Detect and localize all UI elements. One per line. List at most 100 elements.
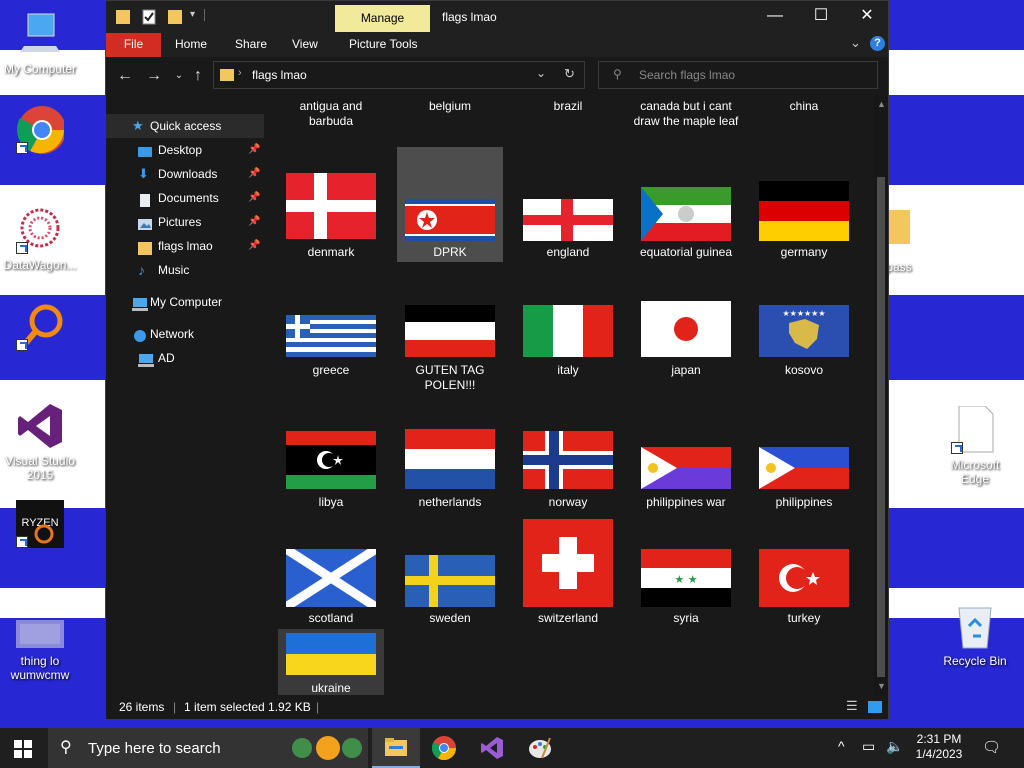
nav-item-flags-lmao[interactable]: flags lmao 📌 (106, 234, 264, 258)
file-item-syria[interactable]: ★ ★ syria (633, 519, 739, 629)
clock[interactable]: 2:31 PM 1/4/2023 (913, 732, 965, 762)
desktop-icon-magnifier-app[interactable] (0, 303, 80, 355)
desktop-icon-datawagon[interactable]: DataWagon... (0, 206, 80, 272)
minimize-button[interactable]: — (752, 1, 798, 31)
back-arrow-icon[interactable]: ← (114, 65, 136, 87)
nav-item-documents[interactable]: Documents 📌 (106, 186, 264, 210)
nav-item-pictures[interactable]: Pictures 📌 (106, 210, 264, 234)
file-item-guten-tag-polen[interactable]: GUTEN TAG POLEN!!! (397, 295, 503, 392)
notification-icon[interactable]: 🗨 (982, 738, 1001, 756)
file-item-denmark[interactable]: denmark (278, 147, 384, 262)
desktop-icon-label: Recycle Bin (943, 654, 1007, 668)
scroll-up-icon[interactable]: ▲ (877, 99, 886, 109)
forward-arrow-icon[interactable]: → (143, 65, 165, 87)
chrome-icon (432, 736, 456, 760)
nav-item-downloads[interactable]: ⬇ Downloads 📌 (106, 162, 264, 186)
nav-quick-access[interactable]: ★ Quick access (106, 114, 264, 138)
desktop-icon-label: My Computer (3, 62, 77, 76)
search-icon: ⚲ (613, 67, 622, 81)
file-item-ukraine[interactable]: ukraine (278, 629, 384, 695)
vertical-scrollbar[interactable]: ▲ ▼ (874, 95, 888, 695)
pictures-icon (138, 215, 152, 230)
file-item-netherlands[interactable]: netherlands (397, 423, 503, 513)
tab-file[interactable]: File (106, 33, 161, 57)
volume-icon[interactable]: 🔈 (886, 738, 903, 755)
nav-item-label: Desktop (158, 143, 203, 157)
tab-home[interactable]: Home (164, 33, 218, 57)
file-item-philippines-war[interactable]: philippines war (633, 423, 739, 513)
details-view-icon[interactable]: ☰ (846, 699, 858, 713)
taskbar-visual-studio[interactable] (468, 728, 516, 768)
greece-flag-thumbnail (286, 315, 376, 357)
folder-icon[interactable] (116, 9, 130, 25)
navigation-pane: ★ Quick access Desktop 📌 ⬇ Downloads 📌 D… (106, 95, 264, 695)
file-item-sweden[interactable]: sweden (397, 519, 503, 629)
file-item-libya[interactable]: libya (278, 423, 384, 513)
chevron-down-icon[interactable]: ⌄ (850, 35, 861, 51)
search-placeholder: Search flags lmao (639, 68, 736, 82)
nav-item-music[interactable]: ♪ Music (106, 258, 264, 282)
file-item-japan[interactable]: japan (633, 295, 739, 391)
file-item-turkey[interactable]: turkey (751, 519, 857, 629)
chevron-down-icon[interactable]: ⌄ (536, 66, 546, 80)
desktop-icon-recycle-bin[interactable]: Recycle Bin (935, 602, 1015, 668)
selection-info: 1 item selected 1.92 KB (184, 700, 311, 714)
file-item-italy[interactable]: italy (515, 295, 621, 391)
chevron-down-icon[interactable]: ▾ (190, 9, 195, 25)
windows-start-icon[interactable] (14, 740, 32, 761)
maximize-button[interactable]: ☐ (798, 1, 844, 31)
nav-my-computer[interactable]: My Computer (106, 290, 264, 314)
taskbar-file-explorer[interactable] (372, 728, 420, 768)
file-name: belgium (428, 99, 472, 113)
nav-network-ad[interactable]: AD (106, 346, 264, 370)
search-highlight-icon (288, 734, 366, 765)
tab-picture-tools[interactable]: Picture Tools (338, 33, 428, 57)
tab-share[interactable]: Share (224, 33, 278, 57)
file-item-germany[interactable]: germany (751, 147, 857, 262)
taskbar-search-box[interactable]: ⚲ Type here to search (48, 728, 368, 768)
file-item-greece[interactable]: greece (278, 295, 384, 391)
file-item-equatorial-guinea[interactable]: equatorial guinea (633, 147, 739, 262)
close-button[interactable]: ✕ (844, 1, 890, 31)
file-name: switzerland (537, 611, 599, 625)
address-bar[interactable]: › flags lmao ⌄ ↻ (213, 61, 585, 89)
ribbon-tabs: File Home Share View Picture Tools ⌄ ? (106, 33, 888, 57)
nav-item-desktop[interactable]: Desktop 📌 (106, 138, 264, 162)
large-icons-view-icon[interactable] (868, 701, 882, 713)
file-item-norway[interactable]: norway (515, 423, 621, 513)
scrollbar-thumb[interactable] (877, 177, 885, 677)
file-item-dprk-selected[interactable]: DPRK (397, 147, 503, 262)
desktop-icon-my-computer[interactable]: My Computer (0, 10, 80, 76)
file-item-switzerland[interactable]: switzerland (515, 519, 621, 629)
new-folder-icon[interactable] (168, 9, 182, 25)
help-icon[interactable]: ? (870, 36, 885, 51)
up-arrow-icon[interactable]: ↑ (187, 65, 209, 87)
file-item-england[interactable]: england (515, 147, 621, 262)
refresh-icon[interactable]: ↻ (564, 66, 575, 82)
desktop-icon-thing[interactable]: thing lo wumwcmw (0, 620, 80, 682)
sweden-flag-thumbnail (405, 555, 495, 607)
file-item-scotland[interactable]: scotland (278, 519, 384, 629)
chevron-up-icon[interactable]: ^ (838, 738, 845, 754)
manage-tab[interactable]: Manage (335, 5, 430, 32)
turkey-flag-thumbnail (759, 549, 849, 607)
desktop-icon-chrome[interactable] (0, 106, 80, 158)
tab-view[interactable]: View (281, 33, 329, 57)
properties-icon[interactable] (142, 9, 156, 25)
network-icon (132, 327, 146, 342)
search-box[interactable]: ⚲ Search flags lmao (598, 61, 878, 89)
nav-item-label: Network (150, 327, 195, 341)
desktop-icon-ryzen[interactable]: RYZEN (0, 500, 80, 552)
file-item-kosovo[interactable]: ★★★★★★ kosovo (751, 295, 857, 391)
taskbar-paint[interactable] (516, 728, 564, 768)
scroll-down-icon[interactable]: ▼ (877, 681, 886, 691)
taskbar-chrome[interactable] (420, 728, 468, 768)
desktop-icon-edge[interactable]: Microsoft Edge (935, 405, 1015, 486)
nav-item-label: flags lmao (158, 239, 213, 253)
taskbar-search-placeholder: Type here to search (88, 740, 221, 757)
nav-network[interactable]: Network (106, 322, 264, 346)
desktop-icon-visual-studio[interactable]: Visual Studio 2015 (0, 402, 80, 482)
folder-icon (138, 239, 152, 255)
file-item-philippines[interactable]: philippines (751, 423, 857, 513)
network-status-icon[interactable]: ▭ (862, 738, 875, 755)
